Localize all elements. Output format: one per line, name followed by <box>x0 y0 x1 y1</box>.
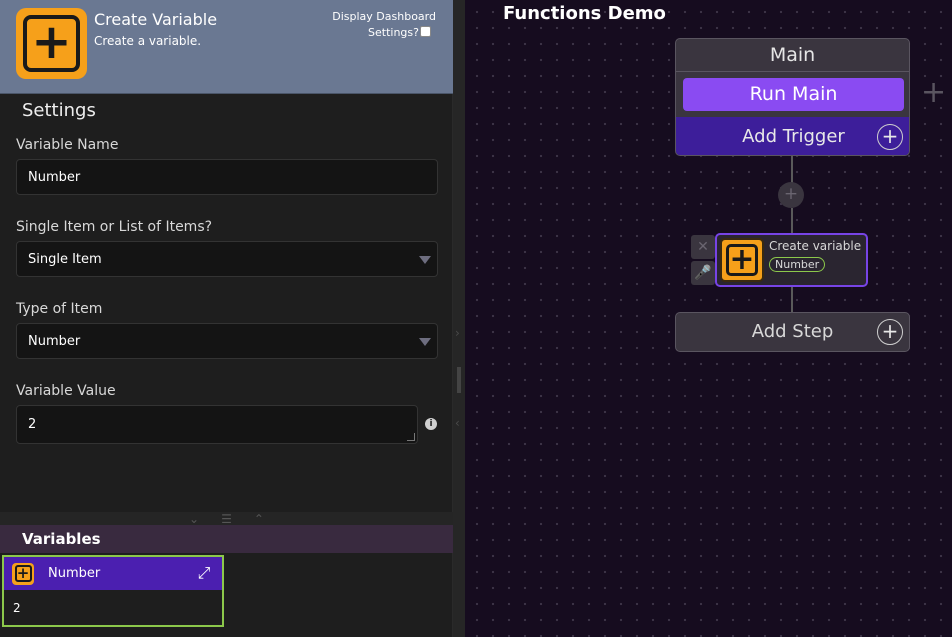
variables-heading: Variables <box>22 530 101 548</box>
insert-step-plus-icon[interactable]: + <box>778 182 804 208</box>
panel-splitter[interactable]: ⌄ ☰ ⌃ <box>0 512 453 526</box>
connector-line <box>791 287 793 313</box>
panel-subtitle: Create a variable. <box>94 34 202 48</box>
create-variable-icon: + <box>16 8 87 79</box>
main-node-title: Main <box>676 39 909 72</box>
drag-handle-icon[interactable] <box>457 367 461 393</box>
variable-card[interactable]: + Number ⤢ 2 <box>2 555 224 627</box>
add-step-button[interactable]: Add Step + <box>675 312 910 352</box>
panel-divider[interactable]: › ‹ <box>453 0 465 637</box>
plus-circle-icon[interactable]: + <box>877 319 903 345</box>
display-dashboard-checkbox[interactable] <box>420 26 431 37</box>
main-node[interactable]: Main Run Main Add Trigger + <box>675 38 910 156</box>
chevron-left-icon[interactable]: ‹ <box>455 416 460 430</box>
settings-heading: Settings <box>22 100 96 121</box>
plus-square-icon: + <box>720 238 764 282</box>
add-step-label: Add Step <box>751 321 834 342</box>
drag-handle-icon[interactable]: ☰ <box>221 512 232 526</box>
variable-badge: Number <box>769 257 826 272</box>
chevron-down-icon <box>419 256 431 264</box>
resize-handle-icon[interactable] <box>407 433 415 441</box>
add-trigger-label: Add Trigger <box>742 126 845 147</box>
microphone-icon[interactable]: 🎤 <box>691 261 715 285</box>
variables-header: Variables <box>0 525 453 553</box>
item-count-label: Single Item or List of Items? <box>16 219 213 235</box>
item-count-select[interactable]: Single Item <box>16 241 438 277</box>
create-variable-step[interactable]: + Create variable Number <box>715 233 868 287</box>
flow-canvas[interactable]: Functions Demo Main Run Main Add Trigger… <box>465 0 952 637</box>
panel-title: Create Variable <box>94 10 218 29</box>
variable-card-name: Number <box>48 566 101 581</box>
variable-name-input[interactable]: Number <box>16 159 438 195</box>
variable-value-textarea[interactable]: 2 <box>16 405 418 444</box>
step-title: Create variable <box>769 239 862 253</box>
type-of-item-select[interactable]: Number <box>16 323 438 359</box>
add-node-plus-icon[interactable]: + <box>921 75 946 110</box>
type-of-item-label: Type of Item <box>16 301 103 317</box>
type-of-item-value: Number <box>28 333 81 349</box>
info-icon[interactable]: i <box>425 418 437 430</box>
chevron-down-icon[interactable]: ⌄ <box>189 512 199 526</box>
connector-line <box>791 156 793 183</box>
variable-card-header: + Number ⤢ <box>4 557 222 590</box>
add-trigger-button[interactable]: Add Trigger + <box>676 117 909 155</box>
run-main-button[interactable]: Run Main <box>683 78 904 111</box>
dashboard-label-line1: Display Dashboard <box>332 10 436 23</box>
connector-line <box>791 208 793 234</box>
expand-icon[interactable]: ⤢ <box>196 565 212 581</box>
close-icon[interactable]: ✕ <box>691 235 715 259</box>
properties-panel: + Create Variable Create a variable. Dis… <box>0 0 453 637</box>
variable-card-value: 2 <box>13 601 21 615</box>
item-count-value: Single Item <box>28 251 102 267</box>
chevron-right-icon[interactable]: › <box>455 326 460 340</box>
chevron-up-icon[interactable]: ⌃ <box>254 512 264 526</box>
variable-value-label: Variable Value <box>16 383 116 399</box>
panel-header: + Create Variable Create a variable. Dis… <box>0 0 453 94</box>
variable-name-label: Variable Name <box>16 137 119 153</box>
plus-square-icon: + <box>12 562 34 585</box>
chevron-down-icon <box>419 338 431 346</box>
variable-name-value: Number <box>28 169 81 185</box>
canvas-title: Functions Demo <box>503 3 666 24</box>
variable-value-text: 2 <box>28 417 37 432</box>
plus-circle-icon[interactable]: + <box>877 124 903 150</box>
